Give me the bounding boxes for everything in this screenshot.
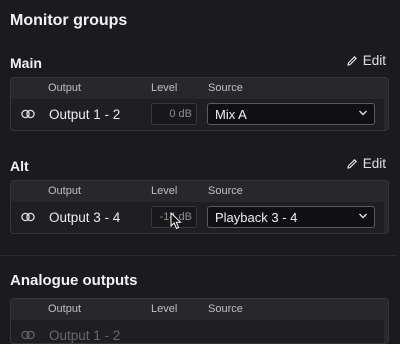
output-name: Output 1 - 2 bbox=[49, 328, 121, 343]
mouse-cursor-icon bbox=[170, 212, 182, 230]
source-select[interactable]: Playback 3 - 4 bbox=[207, 206, 375, 228]
output-name: Output 3 - 4 bbox=[49, 210, 121, 225]
analogue-table: Output Level Source Output 1 - 2 bbox=[10, 298, 389, 344]
level-input[interactable]: 0 dB bbox=[151, 103, 197, 125]
section-title-analogue: Analogue outputs bbox=[10, 272, 138, 289]
group-title-main: Main bbox=[10, 55, 42, 71]
table-header: Output Level Source bbox=[11, 78, 388, 99]
edit-main-button[interactable]: Edit bbox=[346, 53, 386, 68]
table-header: Output Level Source bbox=[11, 299, 388, 320]
source-value: Playback 3 - 4 bbox=[215, 210, 298, 225]
edit-label: Edit bbox=[362, 156, 386, 171]
table-row: Output 1 - 2 0 dB Mix A bbox=[11, 99, 388, 130]
scrollbar[interactable] bbox=[384, 78, 388, 130]
edit-label: Edit bbox=[362, 53, 386, 68]
col-level: Level bbox=[151, 82, 178, 94]
col-level: Level bbox=[151, 185, 178, 197]
col-source: Source bbox=[208, 82, 243, 94]
section-divider bbox=[0, 255, 396, 256]
monitor-table-alt: Output Level Source Output 3 - 4 -14 dB … bbox=[10, 180, 389, 234]
table-header: Output Level Source bbox=[11, 181, 388, 202]
monitor-table-main: Output Level Source Output 1 - 2 0 dB Mi… bbox=[10, 77, 389, 131]
link-rings-icon[interactable] bbox=[21, 109, 35, 119]
table-row: Output 3 - 4 -14 dB Playback 3 - 4 bbox=[11, 202, 388, 233]
source-select[interactable]: Mix A bbox=[207, 103, 375, 125]
page-title: Monitor groups bbox=[10, 12, 128, 29]
link-rings-icon[interactable] bbox=[21, 330, 35, 340]
scrollbar[interactable] bbox=[384, 299, 388, 343]
chevron-down-icon bbox=[359, 110, 367, 116]
col-output: Output bbox=[48, 303, 82, 315]
col-level: Level bbox=[151, 303, 178, 315]
scrollbar[interactable] bbox=[384, 181, 388, 233]
col-output: Output bbox=[48, 185, 82, 197]
col-output: Output bbox=[48, 82, 82, 94]
pencil-icon bbox=[346, 158, 357, 169]
table-row: Output 1 - 2 bbox=[11, 320, 388, 343]
chevron-down-icon bbox=[359, 213, 367, 219]
group-title-alt: Alt bbox=[10, 158, 29, 174]
col-source: Source bbox=[208, 185, 243, 197]
pencil-icon bbox=[346, 55, 357, 66]
link-rings-icon[interactable] bbox=[21, 212, 35, 222]
edit-alt-button[interactable]: Edit bbox=[346, 156, 386, 171]
source-value: Mix A bbox=[215, 107, 247, 122]
col-source: Source bbox=[208, 303, 243, 315]
output-name: Output 1 - 2 bbox=[49, 107, 121, 122]
